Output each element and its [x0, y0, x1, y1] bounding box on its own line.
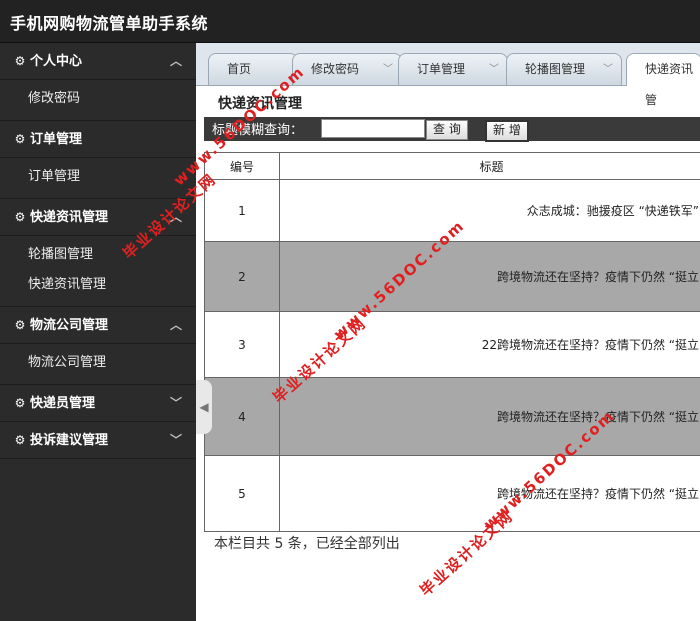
sidebar: ⚙ 个人中心 ︿ 修改密码 ⚙ 订单管理 订单管理 ⚙ 快递资讯管理 ︿ 轮播图管理 …	[0, 43, 196, 621]
add-button[interactable]: 新 增	[485, 120, 529, 142]
search-label: 标题模糊查询：	[212, 123, 304, 138]
row-no: 2	[204, 241, 280, 312]
column-header-title: 标题	[279, 152, 700, 180]
tab-label: 快递资讯管	[645, 62, 694, 107]
row-no: 4	[204, 377, 280, 456]
sidebar-submenu: 轮播图管理 快递资讯管理	[0, 236, 196, 307]
chevron-down-icon: ﹀	[603, 64, 613, 75]
tab-home[interactable]: 首页	[208, 53, 298, 85]
tab-change-password[interactable]: 修改密码 ﹀	[292, 53, 402, 85]
gears-icon: ⚙	[14, 396, 26, 410]
gears-icon: ⚙	[14, 54, 26, 68]
chevron-up-icon: ︿	[169, 318, 182, 332]
table-row[interactable]: 3 22跨境物流还在坚持？疫情下仍然 “挺立	[204, 311, 700, 378]
sidebar-group-label: 快递资讯管理	[30, 210, 109, 225]
chevron-down-icon: ﹀	[169, 396, 182, 410]
tab-carousel[interactable]: 轮播图管理 ﹀	[506, 53, 622, 85]
row-no: 1	[204, 179, 280, 242]
search-button[interactable]: 查 询	[426, 120, 468, 140]
news-table: 编号 标题 1 众志成城：驰援疫区 “快递铁军” 2 跨境物流还在坚持？疫情下仍…	[204, 152, 700, 532]
sidebar-item-carousel[interactable]: 轮播图管理	[0, 240, 196, 270]
table-row[interactable]: 4 跨境物流还在坚持？疫情下仍然 “挺立	[204, 377, 700, 456]
table-header-row: 编号 标题	[204, 152, 700, 180]
table-row[interactable]: 5 跨境物流还在坚持？疫情下仍然 “挺立	[204, 455, 700, 532]
chevron-down-icon: ﹀	[383, 64, 393, 75]
row-title: 跨境物流还在坚持？疫情下仍然 “挺立	[279, 377, 700, 456]
row-title: 跨境物流还在坚持？疫情下仍然 “挺立	[279, 241, 700, 312]
list-footer: 本栏目共 5 条，已经全部列出	[214, 536, 400, 552]
table-row[interactable]: 2 跨境物流还在坚持？疫情下仍然 “挺立	[204, 241, 700, 312]
column-header-no: 编号	[204, 152, 280, 180]
tab-express-news[interactable]: 快递资讯管	[626, 53, 700, 107]
row-title: 跨境物流还在坚持？疫情下仍然 “挺立	[279, 455, 700, 532]
sidebar-group-express-news[interactable]: ⚙ 快递资讯管理 ︿	[0, 199, 196, 236]
row-no: 3	[204, 311, 280, 378]
sidebar-group-complaints[interactable]: ⚙ 投诉建议管理 ﹀	[0, 422, 196, 459]
main-content: 首页 修改密码 ﹀ 订单管理 ﹀ 轮播图管理 ﹀ 快递资讯管 快递资讯管理 标题模糊查…	[196, 43, 700, 621]
sidebar-group-orders[interactable]: ⚙ 订单管理	[0, 121, 196, 158]
row-no: 5	[204, 455, 280, 532]
sidebar-group-logistics-company[interactable]: ⚙ 物流公司管理 ︿	[0, 307, 196, 344]
gears-icon: ⚙	[14, 318, 26, 332]
sidebar-group-label: 订单管理	[30, 132, 83, 147]
section-title: 快递资讯管理	[218, 96, 302, 112]
row-title: 众志成城：驰援疫区 “快递铁军”	[279, 179, 700, 242]
tab-orders[interactable]: 订单管理 ﹀	[398, 53, 508, 85]
sidebar-group-label: 投诉建议管理	[30, 433, 109, 448]
tab-label: 修改密码	[311, 62, 360, 76]
chevron-left-icon[interactable]: ◀	[196, 380, 212, 434]
sidebar-item-change-password[interactable]: 修改密码	[0, 84, 196, 114]
gears-icon: ⚙	[14, 210, 26, 224]
chevron-up-icon: ︿	[169, 210, 182, 224]
sidebar-group-label: 快递员管理	[30, 396, 96, 411]
sidebar-submenu: 订单管理	[0, 158, 196, 199]
sidebar-group-label: 个人中心	[30, 54, 83, 69]
sidebar-submenu: 物流公司管理	[0, 344, 196, 385]
sidebar-item-order-management[interactable]: 订单管理	[0, 162, 196, 192]
search-bar: 标题模糊查询： 查 询 新 增	[204, 117, 700, 142]
sidebar-item-express-news[interactable]: 快递资讯管理	[0, 270, 196, 300]
tab-label: 订单管理	[417, 62, 466, 76]
app-title: 手机网购物流管单助手系统	[10, 14, 209, 33]
sidebar-group-label: 物流公司管理	[30, 318, 109, 333]
chevron-down-icon: ﹀	[489, 64, 499, 75]
sidebar-group-courier[interactable]: ⚙ 快递员管理 ﹀	[0, 385, 196, 422]
sidebar-submenu: 修改密码	[0, 80, 196, 121]
gears-icon: ⚙	[14, 132, 26, 146]
chevron-up-icon: ︿	[169, 54, 182, 68]
top-bar: 手机网购物流管单助手系统	[0, 0, 700, 43]
gears-icon: ⚙	[14, 433, 26, 447]
chevron-down-icon: ﹀	[169, 433, 182, 447]
tab-bar: 首页 修改密码 ﹀ 订单管理 ﹀ 轮播图管理 ﹀ 快递资讯管	[196, 43, 700, 107]
title-search-input[interactable]	[321, 119, 425, 138]
row-title: 22跨境物流还在坚持？疫情下仍然 “挺立	[279, 311, 700, 378]
tab-label: 首页	[227, 62, 252, 76]
tab-label: 轮播图管理	[525, 62, 586, 76]
table-row[interactable]: 1 众志成城：驰援疫区 “快递铁军”	[204, 179, 700, 242]
sidebar-group-personal[interactable]: ⚙ 个人中心 ︿	[0, 43, 196, 80]
sidebar-item-logistics-company[interactable]: 物流公司管理	[0, 348, 196, 378]
